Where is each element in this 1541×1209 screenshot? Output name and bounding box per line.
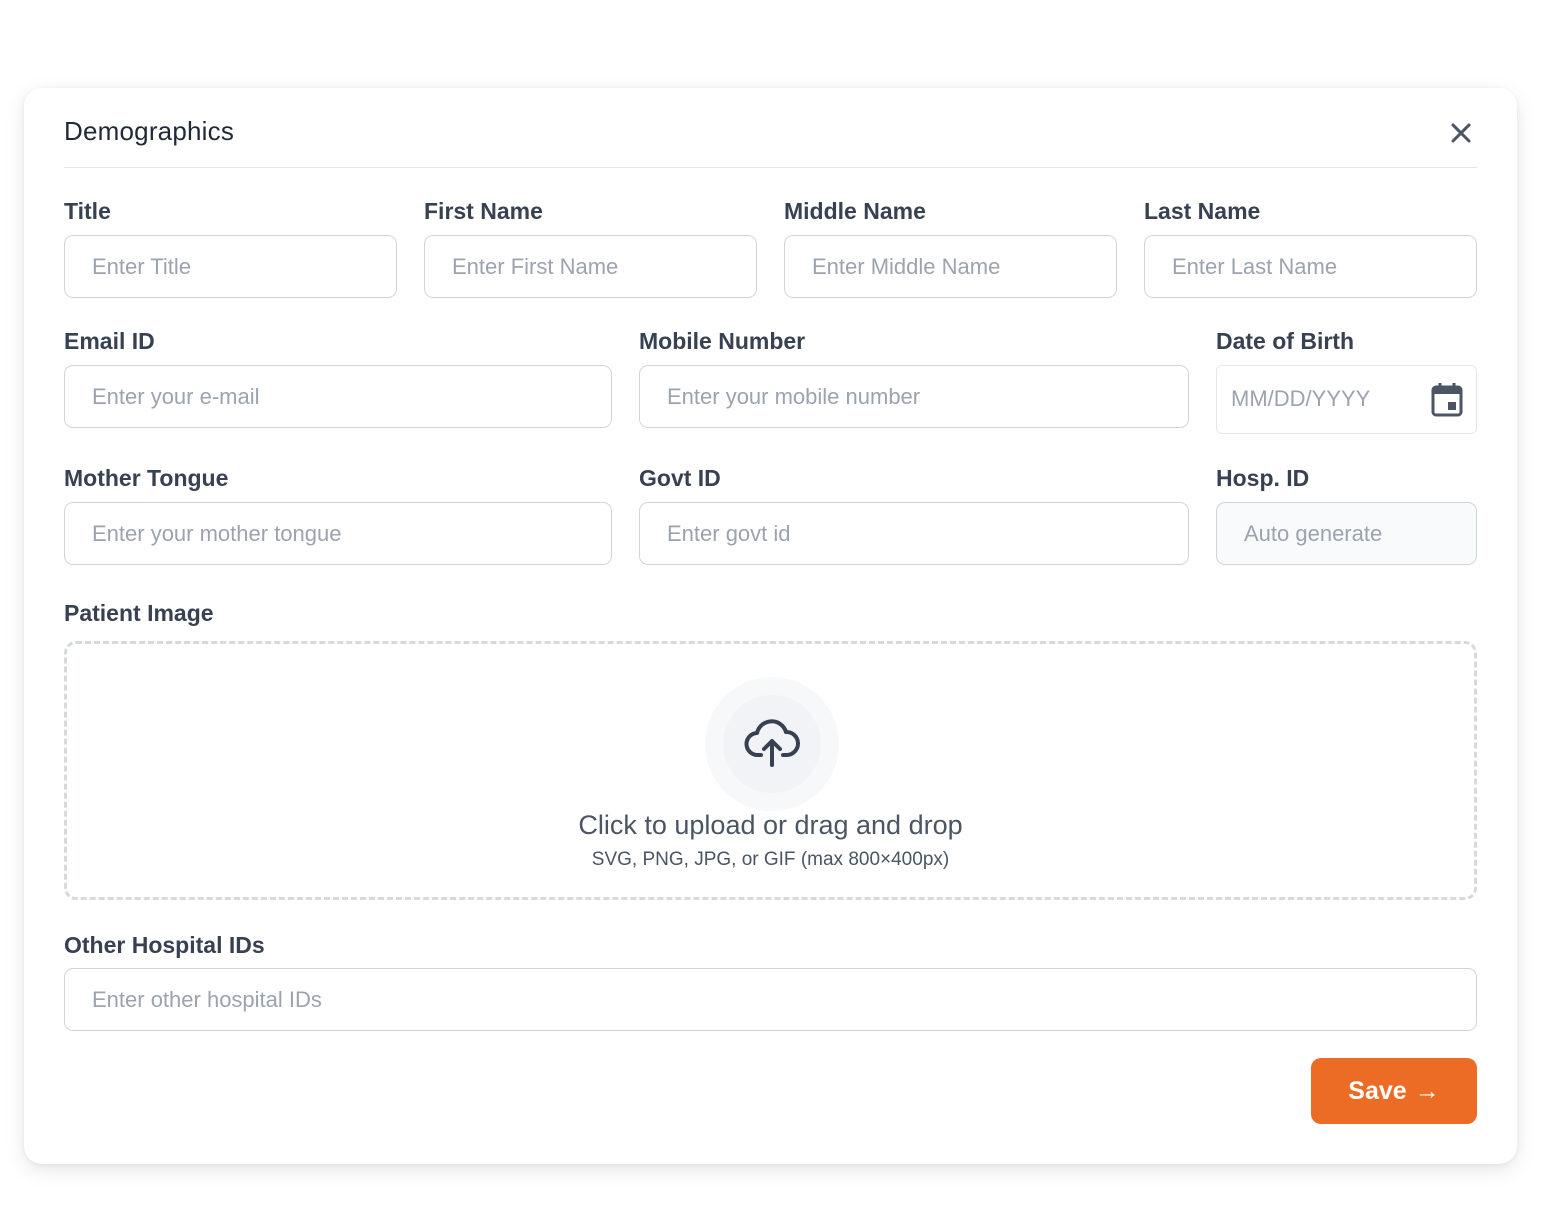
- mobile-field: Mobile Number: [639, 328, 1189, 428]
- cloud-upload-icon: [744, 719, 800, 767]
- save-button[interactable]: Save →: [1311, 1058, 1477, 1124]
- govt-id-field: Govt ID: [639, 465, 1189, 565]
- save-label: Save: [1348, 1076, 1407, 1105]
- last-name-label: Last Name: [1144, 198, 1261, 224]
- patient-image-label: Patient Image: [64, 600, 214, 626]
- mobile-label: Mobile Number: [639, 328, 806, 354]
- email-label: Email ID: [64, 328, 155, 354]
- arrow-right-icon: →: [1414, 1076, 1440, 1105]
- mother-tongue-label: Mother Tongue: [64, 465, 229, 491]
- hosp-id-field: Hosp. ID: [1216, 465, 1477, 565]
- title-field: Title: [64, 198, 397, 298]
- email-input[interactable]: [64, 365, 612, 428]
- patient-image-dropzone[interactable]: Click to upload or drag and drop SVG, PN…: [64, 641, 1477, 900]
- dob-label: Date of Birth: [1216, 328, 1354, 354]
- mother-tongue-input[interactable]: [64, 502, 612, 565]
- hosp-id-input: [1216, 502, 1477, 565]
- email-field: Email ID: [64, 328, 612, 428]
- other-hospital-ids-field: Other Hospital IDs: [64, 932, 1477, 1032]
- other-hospital-ids-input[interactable]: [64, 968, 1477, 1031]
- hosp-id-label: Hosp. ID: [1216, 465, 1310, 491]
- title-label: Title: [64, 198, 111, 224]
- title-input[interactable]: [64, 235, 397, 298]
- dob-input[interactable]: MM/DD/YYYY: [1216, 365, 1477, 434]
- calendar-icon[interactable]: [1430, 382, 1464, 418]
- upload-instruction: Click to upload or drag and drop: [578, 810, 963, 840]
- first-name-input[interactable]: [424, 235, 757, 298]
- upload-file-hint: SVG, PNG, JPG, or GIF (max 800×400px): [591, 849, 950, 870]
- first-name-label: First Name: [424, 198, 543, 224]
- upload-icon-badge: [705, 677, 839, 811]
- middle-name-label: Middle Name: [784, 198, 926, 224]
- govt-id-label: Govt ID: [639, 465, 721, 491]
- close-icon: [1451, 123, 1471, 143]
- other-hospital-ids-label: Other Hospital IDs: [64, 932, 265, 958]
- last-name-field: Last Name: [1144, 198, 1477, 298]
- modal-header: Demographics: [64, 88, 1477, 168]
- close-button[interactable]: [1447, 119, 1475, 147]
- dob-placeholder: MM/DD/YYYY: [1231, 386, 1371, 411]
- middle-name-field: Middle Name: [784, 198, 1117, 298]
- last-name-input[interactable]: [1144, 235, 1477, 298]
- demographics-modal: Demographics Title First Name Middle Nam…: [24, 88, 1517, 1164]
- middle-name-input[interactable]: [784, 235, 1117, 298]
- first-name-field: First Name: [424, 198, 757, 298]
- dob-field: Date of Birth MM/DD/YYYY: [1216, 328, 1477, 438]
- mobile-input[interactable]: [639, 365, 1189, 428]
- govt-id-input[interactable]: [639, 502, 1189, 565]
- mother-tongue-field: Mother Tongue: [64, 465, 612, 565]
- modal-title: Demographics: [64, 116, 235, 146]
